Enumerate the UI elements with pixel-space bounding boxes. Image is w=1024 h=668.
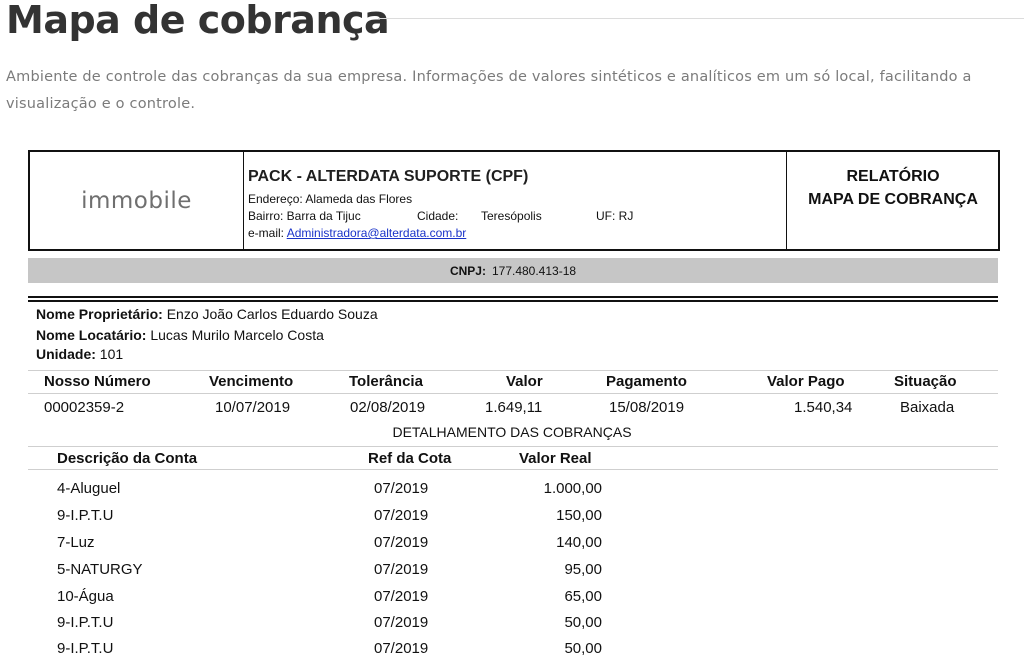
table-row: 5-NATURGY 07/2019 95,00: [0, 561, 1024, 588]
billing-pagamento: 15/08/2019: [609, 399, 685, 416]
locatario-line: Nome Locatário: Lucas Murilo Marcelo Cos…: [36, 327, 324, 343]
title-divider: [378, 18, 1024, 19]
report-title-line1: RELATÓRIO: [846, 168, 940, 185]
row-descricao: 4-Aluguel: [57, 480, 121, 497]
detail-header-rule-top: [28, 446, 998, 447]
row-valor: 1.000,00: [543, 480, 602, 497]
col-valor: Valor: [506, 373, 543, 390]
billing-situacao: Baixada: [900, 399, 955, 416]
row-descricao: 9-I.P.T.U: [57, 507, 114, 524]
row-descricao: 9-I.P.T.U: [57, 640, 114, 657]
col-valor-real: Valor Real: [519, 450, 592, 467]
row-ref: 07/2019: [374, 480, 429, 497]
header-divider-left: [243, 152, 244, 249]
row-ref: 07/2019: [374, 534, 429, 551]
billing-header-rule-bottom: [28, 393, 998, 394]
row-valor: 95,00: [564, 561, 602, 578]
row-valor: 50,00: [564, 614, 602, 631]
proprietario-label: Nome Proprietário:: [36, 306, 163, 322]
header-divider-right: [786, 152, 787, 249]
company-location: Bairro: Barra da Tijuc Cidade: Teresópol…: [248, 209, 633, 223]
col-nosso-numero: Nosso Número: [44, 373, 151, 390]
report-header-box: immobile PACK - ALTERDATA SUPORTE (CPF) …: [28, 150, 1000, 251]
section-rule-bottom: [28, 300, 998, 302]
section-rule-top: [28, 296, 998, 298]
table-row: 4-Aluguel 07/2019 1.000,00: [0, 480, 1024, 507]
page-description: Ambiente de controle das cobranças da su…: [6, 69, 972, 112]
company-address: Endereço: Alameda das Flores: [248, 192, 413, 206]
row-valor: 65,00: [564, 588, 602, 605]
billing-valor-pago: 1.540,34: [794, 399, 853, 416]
row-descricao: 5-NATURGY: [57, 561, 143, 578]
detail-title: DETALHAMENTO DAS COBRANÇAS: [392, 424, 632, 440]
unidade-label: Unidade:: [36, 346, 96, 362]
col-ref-cota: Ref da Cota: [368, 450, 452, 467]
cnpj-value: 177.480.413-18: [491, 263, 577, 278]
proprietario-line: Nome Proprietário: Enzo João Carlos Edua…: [36, 306, 378, 322]
table-row: 9-I.P.T.U 07/2019 50,00: [0, 614, 1024, 641]
col-situacao: Situação: [894, 373, 957, 390]
company-email-line: e-mail: Administradora@alterdata.com.br: [248, 226, 466, 240]
proprietario-value: Enzo João Carlos Eduardo Souza: [166, 306, 378, 322]
locatario-label: Nome Locatário:: [36, 327, 147, 343]
cidade-label: Cidade:: [417, 209, 459, 223]
row-ref: 07/2019: [374, 507, 429, 524]
col-tolerancia: Tolerância: [349, 373, 423, 390]
table-row: 9-I.P.T.U 07/2019 50,00: [0, 640, 1024, 667]
table-row: 10-Água 07/2019 65,00: [0, 588, 1024, 615]
cnpj-bar: CNPJ: 177.480.413-18: [28, 258, 998, 283]
company-uf: UF: RJ: [596, 209, 634, 223]
detail-header-rule-bottom: [28, 469, 998, 470]
company-name: PACK - ALTERDATA SUPORTE (CPF): [248, 168, 529, 185]
col-descricao: Descrição da Conta: [57, 450, 198, 467]
row-descricao: 7-Luz: [57, 534, 95, 551]
email-link[interactable]: Administradora@alterdata.com.br: [287, 226, 467, 240]
col-vencimento: Vencimento: [209, 373, 294, 390]
row-ref: 07/2019: [374, 614, 429, 631]
row-valor: 140,00: [556, 534, 602, 551]
row-descricao: 10-Água: [57, 588, 114, 605]
unidade-line: Unidade: 101: [36, 346, 123, 362]
company-cidade: Teresópolis: [481, 209, 542, 223]
table-row: 9-I.P.T.U 07/2019 150,00: [0, 507, 1024, 534]
row-valor: 150,00: [556, 507, 602, 524]
cnpj-label: CNPJ:: [449, 263, 486, 278]
email-label: e-mail:: [248, 226, 285, 240]
row-valor: 50,00: [564, 640, 602, 657]
col-pagamento: Pagamento: [606, 373, 687, 390]
company-logo: immobile: [81, 187, 192, 214]
col-valor-pago: Valor Pago: [767, 373, 845, 390]
row-ref: 07/2019: [374, 588, 429, 605]
billing-vencimento: 10/07/2019: [215, 399, 291, 416]
table-row: 7-Luz 07/2019 140,00: [0, 534, 1024, 561]
page-title: Mapa de cobrança: [6, 0, 390, 42]
row-ref: 07/2019: [374, 561, 429, 578]
unidade-value: 101: [99, 346, 124, 362]
row-ref: 07/2019: [374, 640, 429, 657]
row-descricao: 9-I.P.T.U: [57, 614, 114, 631]
report-title-line2: MAPA DE COBRANÇA: [808, 191, 978, 208]
billing-nosso-numero: 00002359-2: [44, 399, 125, 416]
company-bairro: Bairro: Barra da Tijuc: [248, 209, 361, 223]
locatario-value: Lucas Murilo Marcelo Costa: [150, 327, 324, 343]
billing-header-rule-top: [28, 370, 998, 371]
billing-valor: 1.649,11: [485, 399, 543, 416]
billing-tolerancia: 02/08/2019: [350, 399, 426, 416]
